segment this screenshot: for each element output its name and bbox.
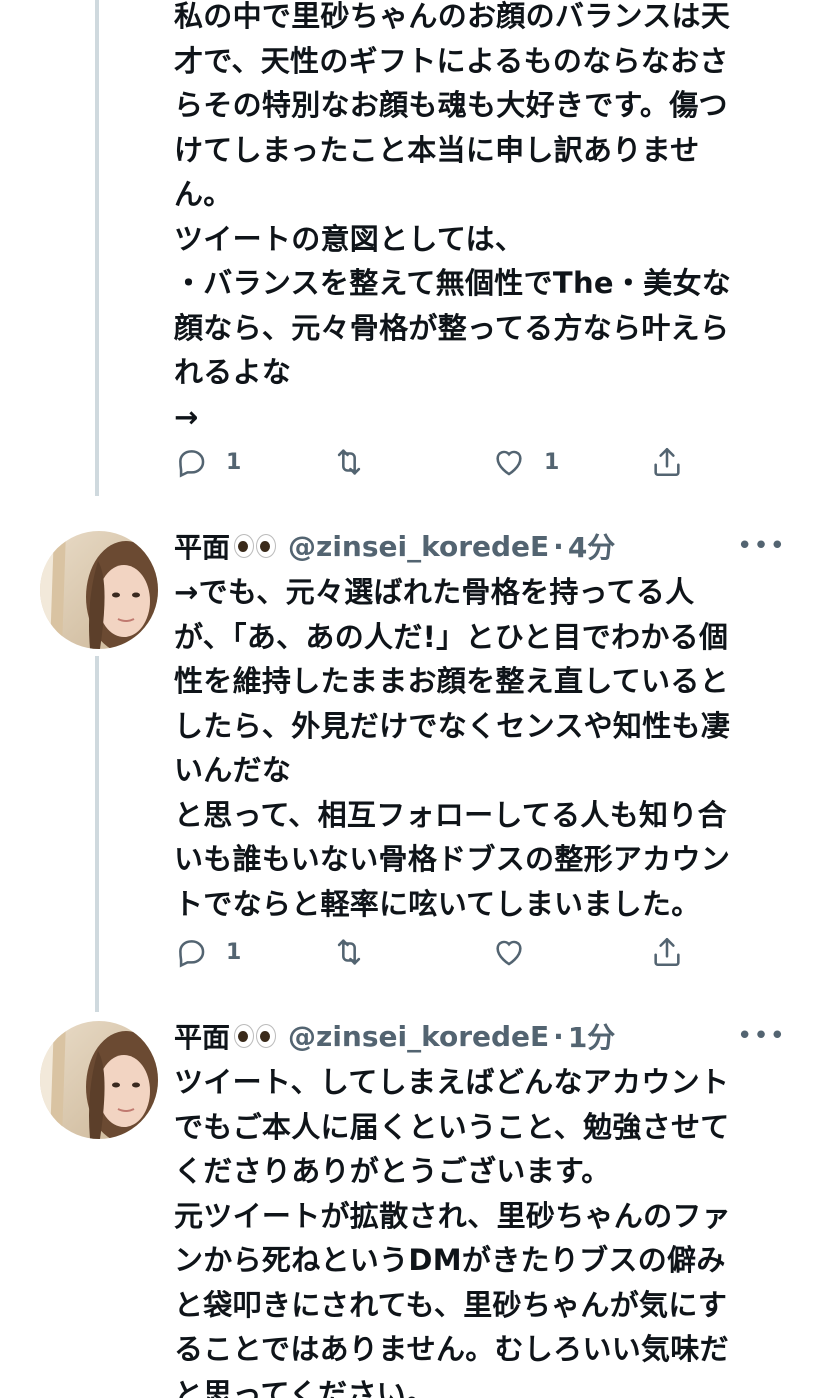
avatar[interactable] (40, 531, 158, 649)
retweet-button[interactable] (332, 932, 384, 972)
heart-icon (496, 450, 522, 476)
tweet-text: 私の中で里砂ちゃんのお顔のバランスは天 才で、天性のギフトによるものならなおさ … (174, 0, 732, 434)
timestamp[interactable]: 4分 (568, 526, 615, 566)
like-button[interactable]: 1 (492, 442, 559, 482)
separator-dot: · (553, 529, 564, 563)
share-button[interactable] (650, 932, 684, 972)
retweet-icon (337, 449, 361, 475)
timestamp[interactable]: 1分 (568, 1016, 615, 1056)
like-count: 1 (544, 449, 560, 475)
eyes-emoji (234, 534, 277, 558)
heart-icon (496, 940, 522, 966)
tweet-header: 平面 @zinsei_koredeE · 4分 ••• (174, 524, 788, 568)
reply-count: 1 (226, 939, 242, 965)
share-icon (654, 447, 680, 477)
reply-icon (179, 940, 205, 968)
retweet-icon (337, 939, 361, 965)
reply-count: 1 (226, 449, 242, 475)
user-handle[interactable]: @zinsei_koredeE (288, 530, 549, 563)
display-name[interactable]: 平面 (174, 1016, 230, 1056)
tweet-actions: 1 (174, 932, 694, 972)
reply-button[interactable]: 1 (174, 442, 241, 482)
avatar[interactable] (40, 1021, 158, 1139)
more-options-button[interactable]: ••• (737, 1014, 786, 1058)
retweet-button[interactable] (332, 442, 384, 482)
reply-icon (179, 450, 205, 478)
reply-button[interactable]: 1 (174, 932, 241, 972)
more-options-button[interactable]: ••• (737, 524, 786, 568)
like-button[interactable] (492, 932, 544, 972)
display-name[interactable]: 平面 (174, 526, 230, 566)
share-icon (654, 937, 680, 967)
thread-line (95, 656, 99, 1012)
separator-dot: · (553, 1019, 564, 1053)
tweet-thread: 私の中で里砂ちゃんのお顔のバランスは天 才で、天性のギフトによるものならなおさ … (0, 0, 828, 1398)
share-button[interactable] (650, 442, 684, 482)
tweet-text: ツイート、してしまえばどんなアカウント でもご本人に届くということ、勉強させて … (174, 1065, 731, 1398)
tweet-header: 平面 @zinsei_koredeE · 1分 ••• (174, 1014, 788, 1058)
tweet-actions: 1 1 (174, 442, 694, 482)
tweet-text: →でも、元々選ばれた骨格を持ってる人 が、「あ、あの人だ!」とひと目でわかる個 … (174, 575, 731, 921)
thread-line (95, 0, 99, 496)
user-handle[interactable]: @zinsei_koredeE (288, 1020, 549, 1053)
eyes-emoji (234, 1024, 277, 1048)
